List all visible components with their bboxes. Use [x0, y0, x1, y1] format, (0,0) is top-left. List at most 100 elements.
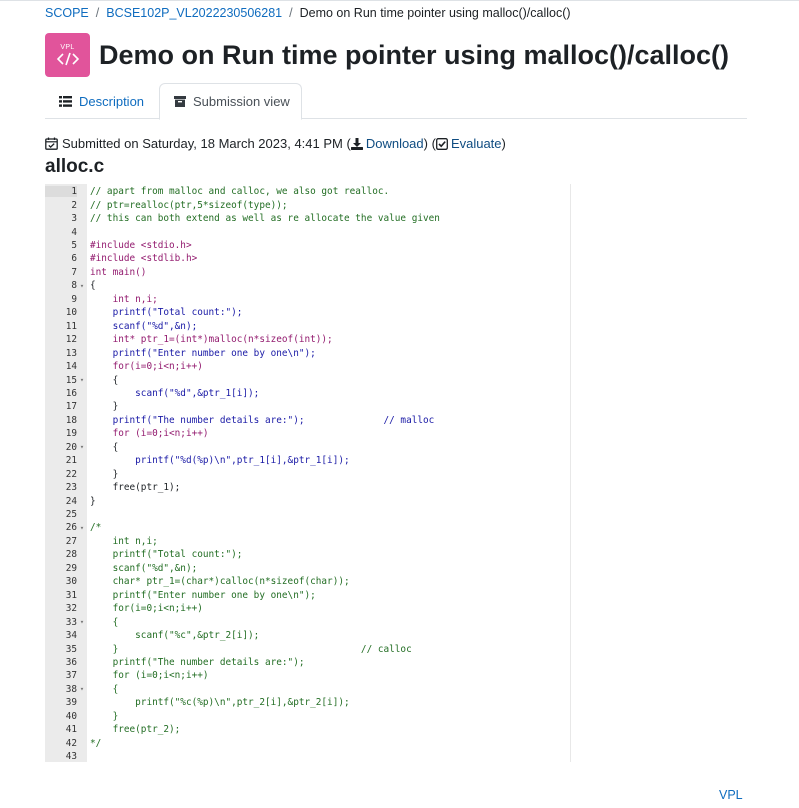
code-line: 20 ▾ { — [45, 441, 747, 454]
breadcrumb-current: Demo on Run time pointer using malloc()/… — [299, 6, 571, 20]
breadcrumb: SCOPE / BCSE102P_VL2022230506281 / Demo on R… — [45, 6, 571, 20]
line-number: 26 — [65, 522, 77, 534]
evaluate-label: Evaluate — [450, 136, 502, 151]
line-number: 1 — [45, 186, 77, 198]
evaluate-link[interactable]: Evaluate — [435, 136, 502, 151]
breadcrumb-item-scope[interactable]: SCOPE — [45, 6, 89, 20]
line-number: 16 — [65, 387, 77, 399]
code-text: printf("The number details are:"); — [90, 656, 305, 668]
code-text: scanf("%d",&ptr_1[i]); — [90, 387, 260, 399]
line-number: 18 — [65, 414, 77, 426]
fold-toggle-icon[interactable]: ▾ — [77, 376, 87, 384]
code-text: free(ptr_2); — [90, 724, 181, 736]
code-text: int main() — [90, 266, 147, 278]
line-number: 19 — [65, 428, 77, 440]
fold-toggle-icon[interactable]: ▾ — [77, 618, 87, 626]
code-line: 28 printf("Total count:"); — [45, 548, 747, 561]
page-header: VPL Demo on Run time pointer using mallo… — [45, 33, 729, 77]
code-text: // this can both extend as well as re al… — [90, 213, 440, 225]
code-line: 24} — [45, 494, 747, 507]
tab-submission-view[interactable]: Submission view — [159, 83, 302, 120]
code-line: 33 ▾ { — [45, 615, 747, 628]
code-text: scanf("%d",&n); — [90, 562, 198, 574]
code-text: for(i=0;i<n;i++) — [90, 603, 203, 615]
code-line: 38 ▾ { — [45, 683, 747, 696]
line-number: 10 — [65, 307, 77, 319]
code-line: 17 } — [45, 400, 747, 413]
code-text: printf("Total count:"); — [90, 307, 243, 319]
line-number: 2 — [71, 199, 77, 211]
code-text: int* ptr_1=(int*)malloc(n*sizeof(int)); — [90, 334, 333, 346]
code-line: 37 for (i=0;i<n;i++) — [45, 669, 747, 682]
code-text: int n,i; — [90, 293, 158, 305]
line-number: 8 — [71, 280, 77, 292]
fold-toggle-icon[interactable]: ▾ — [77, 524, 87, 532]
line-number: 17 — [65, 401, 77, 413]
breadcrumb-item-course[interactable]: BCSE102P_VL2022230506281 — [106, 6, 282, 20]
code-line: 10 printf("Total count:"); — [45, 306, 747, 319]
code-line: 9 int n,i; — [45, 293, 747, 306]
code-line: 19 for (i=0;i<n;i++) — [45, 427, 747, 440]
vpl-logo-text: VPL — [60, 44, 75, 51]
download-link[interactable]: Download — [350, 136, 424, 151]
code-text: printf("Enter number one by one\n"); — [90, 589, 316, 601]
line-number: 12 — [65, 334, 77, 346]
code-text: #include <stdlib.h> — [90, 253, 198, 265]
line-number: 31 — [65, 589, 77, 601]
code-line: 23 free(ptr_1); — [45, 481, 747, 494]
code-text: char* ptr_1=(char*)calloc(n*sizeof(char)… — [90, 576, 350, 588]
code-text: for (i=0;i<n;i++) — [90, 670, 209, 682]
breadcrumb-separator: / — [95, 6, 100, 20]
code-line: 34 scanf("%c",&ptr_2[i]); — [45, 629, 747, 642]
line-number: 39 — [65, 697, 77, 709]
code-text: int n,i; — [90, 535, 158, 547]
line-number: 14 — [65, 361, 77, 373]
submission-text: Submitted on Saturday, 18 March 2023, 4:… — [62, 136, 343, 151]
breadcrumb-separator: / — [289, 6, 293, 20]
line-number: 13 — [65, 347, 77, 359]
line-number: 25 — [65, 509, 77, 521]
line-number: 21 — [65, 455, 77, 467]
line-number: 38 — [65, 683, 77, 695]
line-number: 29 — [65, 562, 77, 574]
code-line: 29 scanf("%d",&n); — [45, 562, 747, 575]
footer-vpl-link[interactable]: VPL — [719, 788, 743, 802]
code-line: 1 // apart from malloc and calloc, we als… — [45, 185, 747, 198]
code-line: 35 } // calloc — [45, 642, 747, 655]
code-text: printf("Enter number one by one\n"); — [90, 347, 316, 359]
code-line: 8 ▾{ — [45, 279, 747, 292]
code-line: 2 // ptr=realloc(ptr,5*sizeof(type)); — [45, 198, 747, 211]
code-line: 6 #include <stdlib.h> — [45, 252, 747, 265]
code-text: printf("%d(%p)\n",ptr_1[i],&ptr_1[i]); — [90, 455, 350, 467]
code-line: 18 printf("The number details are:"); //… — [45, 414, 747, 427]
code-text: { — [90, 441, 119, 453]
page-title: Demo on Run time pointer using malloc()/… — [99, 39, 730, 70]
line-number: 33 — [65, 616, 77, 628]
code-text: */ — [90, 737, 102, 749]
line-number: 41 — [65, 724, 77, 736]
code-line: 14 for(i=0;i<n;i++) — [45, 360, 747, 373]
code-line: 41 free(ptr_2); — [45, 723, 747, 736]
line-number: 15 — [65, 374, 77, 386]
fold-toggle-icon[interactable]: ▾ — [77, 443, 87, 451]
code-text: /* — [90, 522, 102, 534]
code-text: { — [90, 374, 119, 386]
fold-toggle-icon[interactable]: ▾ — [77, 685, 87, 693]
line-number: 20 — [65, 441, 77, 453]
code-text: // apart from malloc and calloc, we also… — [90, 186, 390, 198]
tab-bar: Description Submission view — [45, 83, 747, 120]
line-number: 7 — [71, 266, 77, 278]
line-number: 24 — [65, 495, 77, 507]
code-text: { — [90, 616, 119, 628]
line-number: 27 — [65, 535, 77, 547]
file-name: alloc.c — [45, 156, 105, 177]
code-line: 36 printf("The number details are:"); — [45, 656, 747, 669]
download-icon — [350, 137, 363, 150]
code-text: for(i=0;i<n;i++) — [90, 361, 203, 373]
tab-description[interactable]: Description — [45, 83, 158, 119]
fold-toggle-icon[interactable]: ▾ — [77, 282, 87, 290]
code-line: 5 #include <stdio.h> — [45, 239, 747, 252]
code-viewer[interactable]: 1 // apart from malloc and calloc, we als… — [45, 184, 747, 762]
line-number: 11 — [65, 320, 77, 332]
line-number: 22 — [65, 468, 77, 480]
